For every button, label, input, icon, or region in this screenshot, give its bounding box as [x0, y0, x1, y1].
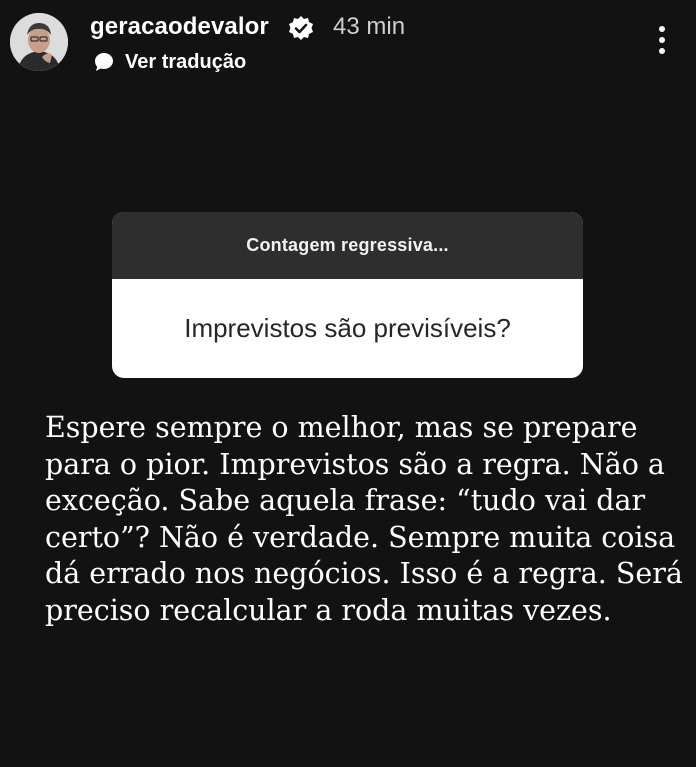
translate-bubble-icon: [95, 53, 113, 71]
translate-label: Ver tradução: [125, 50, 247, 73]
story-header: geracaodevalor 43 min Ver tradução: [0, 0, 696, 80]
more-options-icon[interactable]: [650, 22, 674, 58]
answer-line: dá errado nos negócios. Isso é a regra. …: [45, 557, 683, 590]
answer-line: Espere sempre o melhor, mas se prepare: [45, 411, 638, 444]
question-title: Contagem regressiva...: [246, 235, 449, 255]
username[interactable]: geracaodevalor: [90, 13, 269, 41]
translate-link[interactable]: Ver tradução: [93, 49, 246, 75]
answer-line: exceção. Sabe aquela frase: “tudo vai da…: [45, 484, 646, 517]
question-sticker-body: Imprevistos são previsíveis?: [112, 279, 583, 378]
answer-line: preciso recalcular a roda muitas vezes.: [45, 593, 612, 627]
question-sticker-header: Contagem regressiva...: [112, 212, 583, 279]
avatar[interactable]: [10, 13, 68, 71]
answer-text: Espere sempre o melhor, mas se prepare p…: [45, 410, 685, 629]
answer-line: para o pior. Imprevistos são a regra. Nã…: [45, 447, 665, 481]
question-text: Imprevistos são previsíveis?: [184, 313, 511, 343]
question-sticker: Contagem regressiva... Imprevistos são p…: [112, 212, 583, 378]
post-time: 43 min: [333, 13, 406, 40]
answer-line: certo”? Não é verdade. Sempre muita cois…: [45, 520, 676, 554]
verified-badge-icon: [289, 16, 313, 40]
